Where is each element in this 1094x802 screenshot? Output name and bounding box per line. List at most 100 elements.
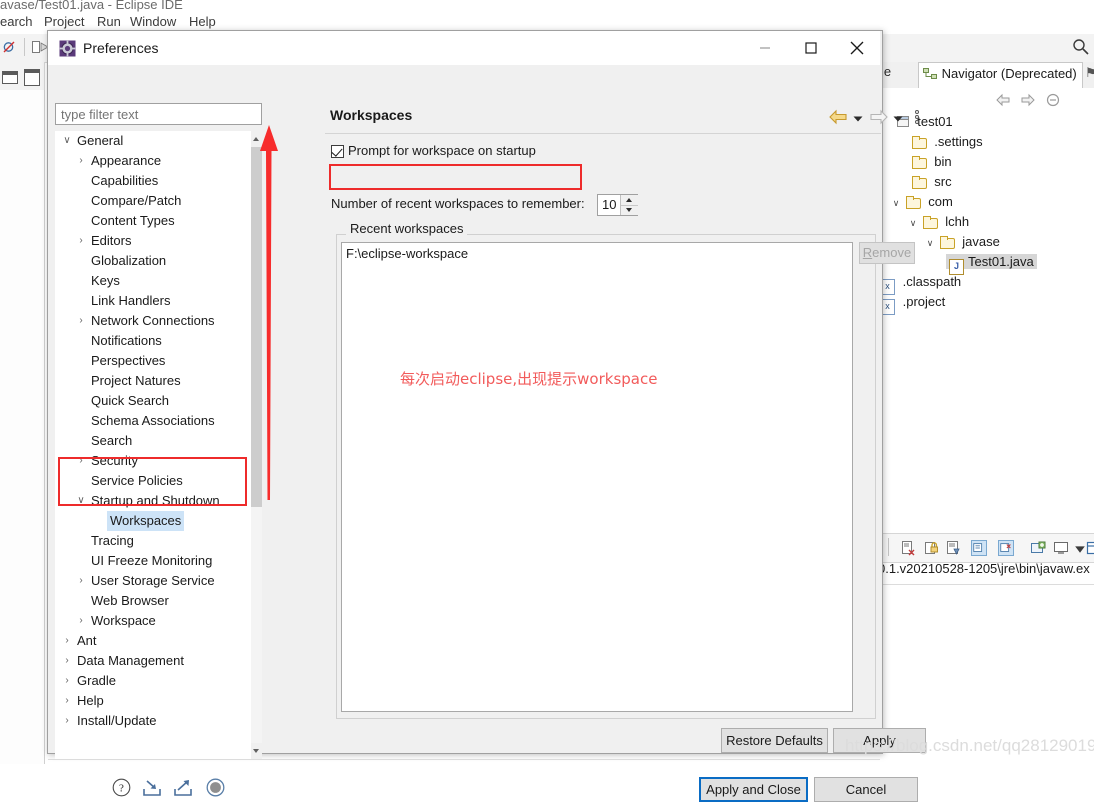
tree-item-label: Startup and Shutdown: [91, 491, 220, 511]
help-icon[interactable]: ?: [112, 778, 131, 797]
tree-row[interactable]: x .classpath: [880, 272, 961, 292]
tree-item-label: Tracing: [91, 531, 134, 551]
dialog-title: Preferences: [83, 40, 158, 56]
tree-item-label: Network Connections: [91, 311, 215, 331]
project-navigator-tree[interactable]: test01 .settings bin src ∨ com ∨ lchh: [880, 112, 1094, 522]
display-selected-console-icon[interactable]: [971, 540, 987, 556]
tab-overflow-indicator[interactable]: ⚑: [1085, 65, 1094, 81]
preferences-tree[interactable]: ∨ General › Appearance Capabilities Comp…: [55, 131, 262, 759]
about-icon[interactable]: [206, 778, 225, 797]
menu-window[interactable]: Window: [130, 14, 176, 29]
cancel-button[interactable]: Cancel: [814, 777, 918, 802]
search-icon[interactable]: [1072, 38, 1090, 56]
tree-row[interactable]: ∨ lchh: [907, 212, 969, 232]
chevron-right-icon[interactable]: ›: [61, 691, 73, 711]
tree-row-label: test01: [917, 114, 952, 129]
console-display-icon[interactable]: [1053, 540, 1069, 556]
menu-help[interactable]: Help: [189, 14, 216, 29]
forward-arrow-icon[interactable]: [869, 109, 888, 125]
stepper-up-icon[interactable]: [626, 198, 632, 202]
forward-arrow-icon[interactable]: [1020, 92, 1036, 108]
filter-input[interactable]: [55, 103, 262, 125]
menu-project[interactable]: Project: [44, 14, 84, 29]
tree-item-label: Web Browser: [91, 591, 169, 611]
chevron-right-icon[interactable]: ›: [75, 611, 87, 631]
import-icon[interactable]: [142, 779, 162, 797]
chevron-right-icon[interactable]: ›: [75, 151, 87, 171]
chevron-right-icon[interactable]: ›: [75, 311, 87, 331]
tree-row[interactable]: ∨ javase: [924, 232, 1000, 252]
preferences-dialog: Preferences ∨ General: [47, 30, 883, 754]
export-icon[interactable]: [173, 779, 193, 797]
tab-navigator[interactable]: Navigator (Deprecated): [918, 62, 1083, 88]
open-console-icon[interactable]: [998, 540, 1014, 556]
back-arrow-icon[interactable]: [829, 109, 848, 125]
tree-row[interactable]: .settings: [896, 132, 983, 152]
dot: [915, 110, 919, 114]
tree-row[interactable]: ∨ com: [890, 192, 953, 212]
folder-icon: [906, 196, 921, 208]
page-menu-icon[interactable]: [912, 109, 922, 125]
remove-button-mnemonic: R: [863, 245, 872, 260]
dialog-title-bar: Preferences: [48, 31, 880, 65]
recent-workspaces-list[interactable]: F:\eclipse-workspace: [341, 242, 853, 712]
up-arrow-annotation: [258, 125, 280, 500]
clear-console-icon[interactable]: [900, 540, 916, 556]
chevron-right-icon[interactable]: ›: [61, 671, 73, 691]
folder-icon: [923, 216, 938, 228]
remove-button[interactable]: Remove: [859, 242, 915, 264]
tree-item-label: Editors: [91, 231, 131, 251]
prompt-workspace-checkbox[interactable]: [331, 145, 344, 158]
chevron-right-icon[interactable]: ›: [75, 451, 87, 471]
console-divider: [880, 584, 1094, 585]
tree-row-selected[interactable]: JTest01.java: [946, 254, 1037, 269]
menu-run[interactable]: Run: [97, 14, 121, 29]
minimize-view-icon[interactable]: [2, 71, 18, 84]
twisty-icon[interactable]: ∨: [924, 233, 936, 253]
tree-row[interactable]: src: [896, 172, 952, 192]
tree-item-label: Help: [77, 691, 104, 711]
forward-dropdown-icon[interactable]: [893, 115, 903, 123]
scroll-lock-icon[interactable]: [923, 540, 939, 556]
restore-defaults-button[interactable]: Restore Defaults: [721, 728, 828, 753]
console-view-menu-icon[interactable]: [1086, 540, 1094, 556]
back-arrow-icon[interactable]: [995, 92, 1011, 108]
maximize-view-icon[interactable]: [24, 69, 40, 86]
close-button[interactable]: [834, 31, 880, 65]
back-dropdown-icon[interactable]: [853, 115, 863, 123]
stepper-buttons[interactable]: [620, 195, 638, 215]
folder-icon: [912, 176, 927, 188]
list-item[interactable]: F:\eclipse-workspace: [346, 246, 468, 261]
chevron-right-icon[interactable]: ›: [61, 651, 73, 671]
tree-item-label: Install/Update: [77, 711, 157, 731]
recent-count-value: 10: [602, 197, 616, 212]
hide-fields-icon[interactable]: [2, 40, 18, 56]
navigator-icon: [923, 68, 938, 80]
tree-row[interactable]: bin: [896, 152, 952, 172]
chevron-down-icon[interactable]: ∨: [61, 131, 73, 151]
stepper-down-icon[interactable]: [626, 208, 632, 212]
content-separator: [325, 133, 881, 134]
twisty-icon[interactable]: ∨: [907, 213, 919, 233]
tree-row[interactable]: JTest01.java: [946, 252, 1037, 272]
restore-defaults-label: Restore Defaults: [726, 733, 823, 748]
apply-and-close-button[interactable]: Apply and Close: [699, 777, 808, 802]
ide-window-title: avase/Test01.java - Eclipse IDE: [0, 0, 183, 12]
ide-left-editor-pane: [0, 90, 45, 764]
chevron-down-icon[interactable]: ∨: [75, 491, 87, 511]
chevron-right-icon[interactable]: ›: [61, 711, 73, 731]
scroll-down-button[interactable]: [251, 743, 262, 759]
recent-count-stepper[interactable]: 10: [597, 194, 638, 216]
twisty-icon[interactable]: ∨: [890, 193, 902, 213]
menu-search[interactable]: earch: [0, 14, 33, 29]
chevron-right-icon[interactable]: ›: [75, 571, 87, 591]
chevron-right-icon[interactable]: ›: [61, 631, 73, 651]
tree-row[interactable]: x .project: [880, 292, 945, 312]
new-console-view-icon[interactable]: [1030, 540, 1046, 556]
chevron-right-icon[interactable]: ›: [75, 231, 87, 251]
maximize-button[interactable]: [788, 31, 834, 65]
pin-console-icon[interactable]: [946, 540, 962, 556]
collapse-all-icon[interactable]: [1045, 92, 1061, 108]
dot: [915, 120, 919, 124]
minimize-button[interactable]: [742, 31, 788, 65]
